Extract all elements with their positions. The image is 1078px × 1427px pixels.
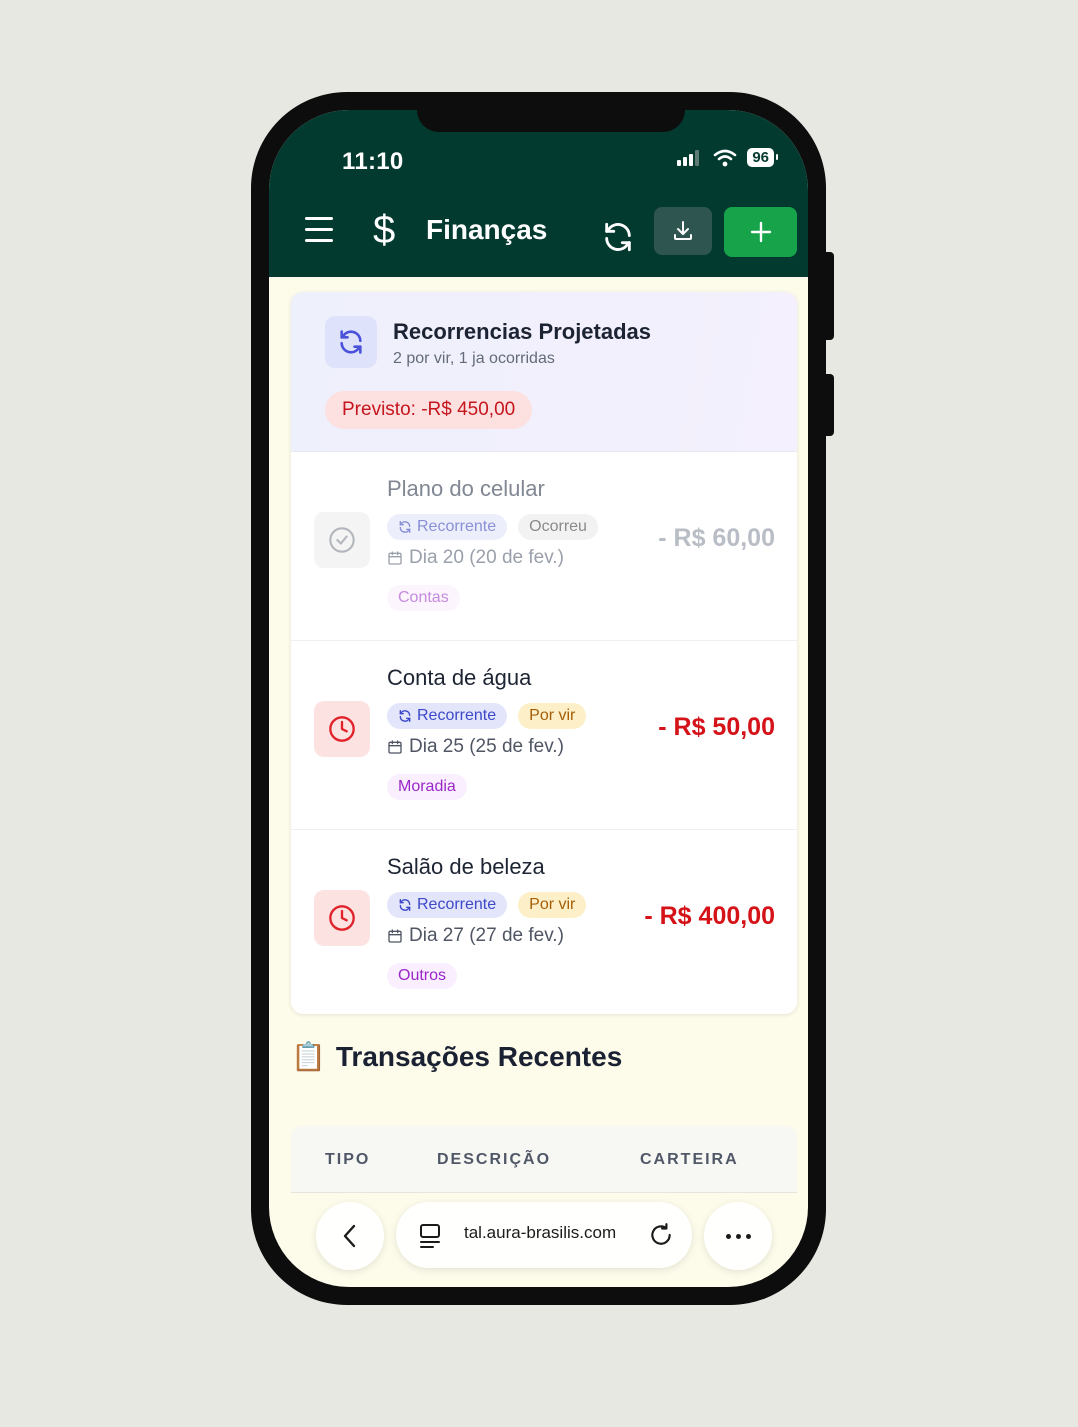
- category-tag: Contas: [387, 585, 460, 611]
- recent-transactions-title: 📋 Transações Recentes: [291, 1040, 623, 1073]
- row-amount: - R$ 60,00: [658, 524, 775, 552]
- category-tag: Moradia: [387, 774, 467, 800]
- forecast-badge: Previsto: -R$ 450,00: [325, 391, 533, 429]
- row-title: Conta de água: [387, 665, 532, 690]
- dollar-icon: $: [373, 208, 396, 252]
- row-title: Plano do celular: [387, 476, 545, 501]
- projected-header: Recorrencias Projetadas 2 por vir, 1 ja …: [291, 292, 797, 452]
- row-date: Dia 25 (25 de fev.): [387, 736, 564, 758]
- transactions-table-header: TIPO DESCRIÇÃO CARTEIRA: [291, 1126, 797, 1193]
- row-title: Salão de beleza: [387, 854, 545, 879]
- status-time: 11:10: [342, 148, 404, 175]
- recurrence-row[interactable]: Plano do celular Recorrente Ocorreu Dia …: [291, 452, 797, 641]
- status-badge: Por vir: [518, 892, 587, 918]
- recurrence-icon: [325, 316, 377, 368]
- calendar-icon: [388, 551, 402, 565]
- phone-frame: 11:10 96 $ Finanças Recorrencias Projeta…: [251, 92, 834, 1305]
- refresh-icon[interactable]: [601, 220, 635, 254]
- projected-title: Recorrencias Projetadas: [393, 319, 652, 344]
- menu-icon[interactable]: [305, 217, 333, 243]
- battery-indicator: 96: [747, 148, 778, 167]
- plus-icon: [750, 221, 771, 243]
- side-button: [826, 374, 834, 436]
- check-circle-icon: [314, 512, 370, 568]
- signal-icon: [677, 149, 700, 166]
- screen: 11:10 96 $ Finanças Recorrencias Projeta…: [269, 110, 808, 1287]
- more-icon: [725, 1233, 731, 1239]
- row-amount: - R$ 400,00: [644, 902, 775, 930]
- projected-subtitle: 2 por vir, 1 ja ocorridas: [393, 350, 555, 367]
- browser-more-button[interactable]: [704, 1202, 772, 1270]
- clock-icon: [314, 701, 370, 757]
- repeat-icon: [399, 710, 411, 722]
- download-button[interactable]: [654, 207, 712, 255]
- add-button[interactable]: [724, 207, 797, 257]
- row-date: Dia 20 (20 de fev.): [387, 547, 564, 569]
- calendar-icon: [388, 740, 402, 754]
- side-button: [826, 252, 834, 340]
- recurring-badge: Recorrente: [387, 514, 508, 540]
- notch: [417, 110, 685, 132]
- browser-back-button[interactable]: [316, 1202, 384, 1270]
- status-badge: Ocorreu: [518, 514, 598, 540]
- repeat-icon: [399, 521, 411, 533]
- app-header: 11:10 96 $ Finanças: [269, 110, 808, 277]
- page-menu-icon[interactable]: [418, 1223, 442, 1249]
- recurrence-row[interactable]: Salão de beleza Recorrente Por vir Dia 2…: [291, 830, 797, 1014]
- status-icons: 96: [677, 148, 778, 167]
- url-text: tal.aura-brasilis.com: [464, 1223, 617, 1242]
- row-date: Dia 27 (27 de fev.): [387, 925, 564, 947]
- row-amount: - R$ 50,00: [658, 713, 775, 741]
- calendar-icon: [388, 929, 402, 943]
- projected-recurrences-card: Recorrencias Projetadas 2 por vir, 1 ja …: [291, 292, 797, 1014]
- clock-icon: [314, 890, 370, 946]
- recurring-badge: Recorrente: [387, 892, 508, 918]
- category-tag: Outros: [387, 963, 458, 989]
- reload-icon[interactable]: [648, 1222, 674, 1248]
- wifi-icon: [714, 149, 737, 166]
- recurring-badge: Recorrente: [387, 703, 508, 729]
- column-header-type: TIPO: [325, 1151, 371, 1168]
- status-badge: Por vir: [518, 703, 587, 729]
- browser-address-bar[interactable]: tal.aura-brasilis.com: [396, 1202, 692, 1268]
- recurrence-row[interactable]: Conta de água Recorrente Por vir Dia 25 …: [291, 641, 797, 830]
- column-header-description: DESCRIÇÃO: [437, 1151, 552, 1168]
- chevron-left-icon: [343, 1224, 356, 1248]
- column-header-wallet: CARTEIRA: [640, 1151, 739, 1168]
- clipboard-icon: 📋: [291, 1041, 326, 1072]
- app-title: Finanças: [426, 214, 548, 245]
- repeat-icon: [399, 899, 411, 911]
- download-icon: [674, 221, 692, 240]
